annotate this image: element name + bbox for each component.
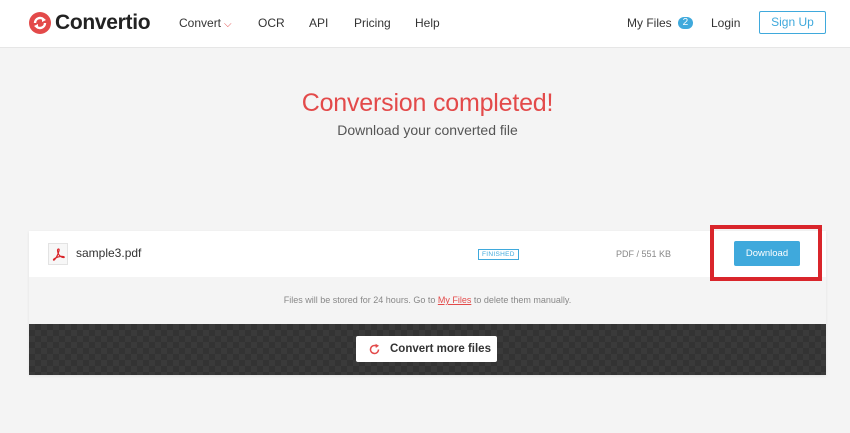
file-name: sample3.pdf <box>76 246 142 260</box>
nav-convert-label: Convert <box>179 16 222 30</box>
convert-more-label: Convert more files <box>390 343 491 355</box>
convertio-logo-icon <box>29 12 51 34</box>
signup-button[interactable]: Sign Up <box>759 11 826 34</box>
page-subtitle: Download your converted file <box>337 122 518 138</box>
file-row: sample3.pdf FINISHED PDF / 551 KB Downlo… <box>29 231 826 277</box>
nav-ocr[interactable]: OCR <box>258 16 285 30</box>
convert-more-bar: Convert more files <box>29 324 826 375</box>
top-navbar: Convertio Convert ⌵ OCR API Pricing Help … <box>0 0 850 48</box>
nav-help[interactable]: Help <box>415 16 440 30</box>
storage-notice-prefix: Files will be stored for 24 hours. Go to <box>283 295 438 305</box>
nav-convert[interactable]: Convert ⌵ <box>179 16 232 30</box>
login-link[interactable]: Login <box>711 16 740 30</box>
my-files-label: My Files <box>627 16 672 30</box>
storage-notice: Files will be stored for 24 hours. Go to… <box>29 277 826 324</box>
chevron-down-icon: ⌵ <box>224 19 232 30</box>
my-files-link[interactable]: My Files <box>438 295 472 305</box>
nav-api[interactable]: API <box>309 16 328 30</box>
pdf-icon <box>48 243 68 265</box>
my-files-count-badge: 2 <box>677 17 694 29</box>
status-badge: FINISHED <box>478 249 519 260</box>
storage-notice-suffix: to delete them manually. <box>471 295 572 305</box>
refresh-icon <box>369 343 380 354</box>
convert-more-button[interactable]: Convert more files <box>356 336 497 362</box>
brand-name: Convertio <box>55 11 151 34</box>
nav-my-files[interactable]: My Files 2 <box>627 16 694 30</box>
nav-pricing[interactable]: Pricing <box>354 16 391 30</box>
file-format-size: PDF / 551 KB <box>616 249 672 259</box>
convertio-logo[interactable]: Convertio <box>29 11 151 35</box>
file-card: sample3.pdf FINISHED PDF / 551 KB Downlo… <box>29 231 826 375</box>
download-highlight-box <box>710 225 822 281</box>
page-title: Conversion completed! <box>301 89 554 117</box>
